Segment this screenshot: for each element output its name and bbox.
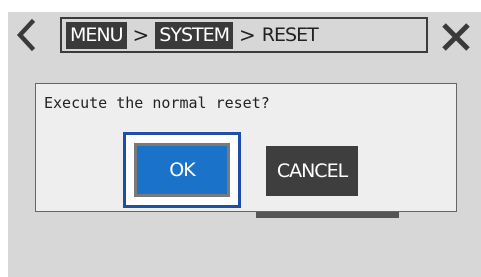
ok-button[interactable]: OK (134, 143, 230, 197)
confirm-reset-dialog: Execute the normal reset? (35, 83, 457, 212)
breadcrumb-item-menu[interactable]: MENU (66, 21, 127, 49)
chevron-left-icon (16, 19, 36, 51)
breadcrumb-current-reset: RESET (261, 24, 319, 46)
breadcrumb-separator: > (239, 23, 256, 47)
dialog-message: Execute the normal reset? (44, 94, 270, 112)
close-button[interactable] (436, 17, 476, 57)
breadcrumb-separator: > (132, 23, 150, 47)
breadcrumb-item-system[interactable]: SYSTEM (155, 21, 234, 49)
reset-screen: MENU > SYSTEM > RESET Execute the normal… (0, 0, 481, 277)
cancel-button[interactable]: CANCEL (266, 146, 358, 196)
back-button[interactable] (12, 15, 40, 55)
breadcrumb: MENU > SYSTEM > RESET (60, 17, 428, 53)
close-x-icon (442, 23, 470, 51)
